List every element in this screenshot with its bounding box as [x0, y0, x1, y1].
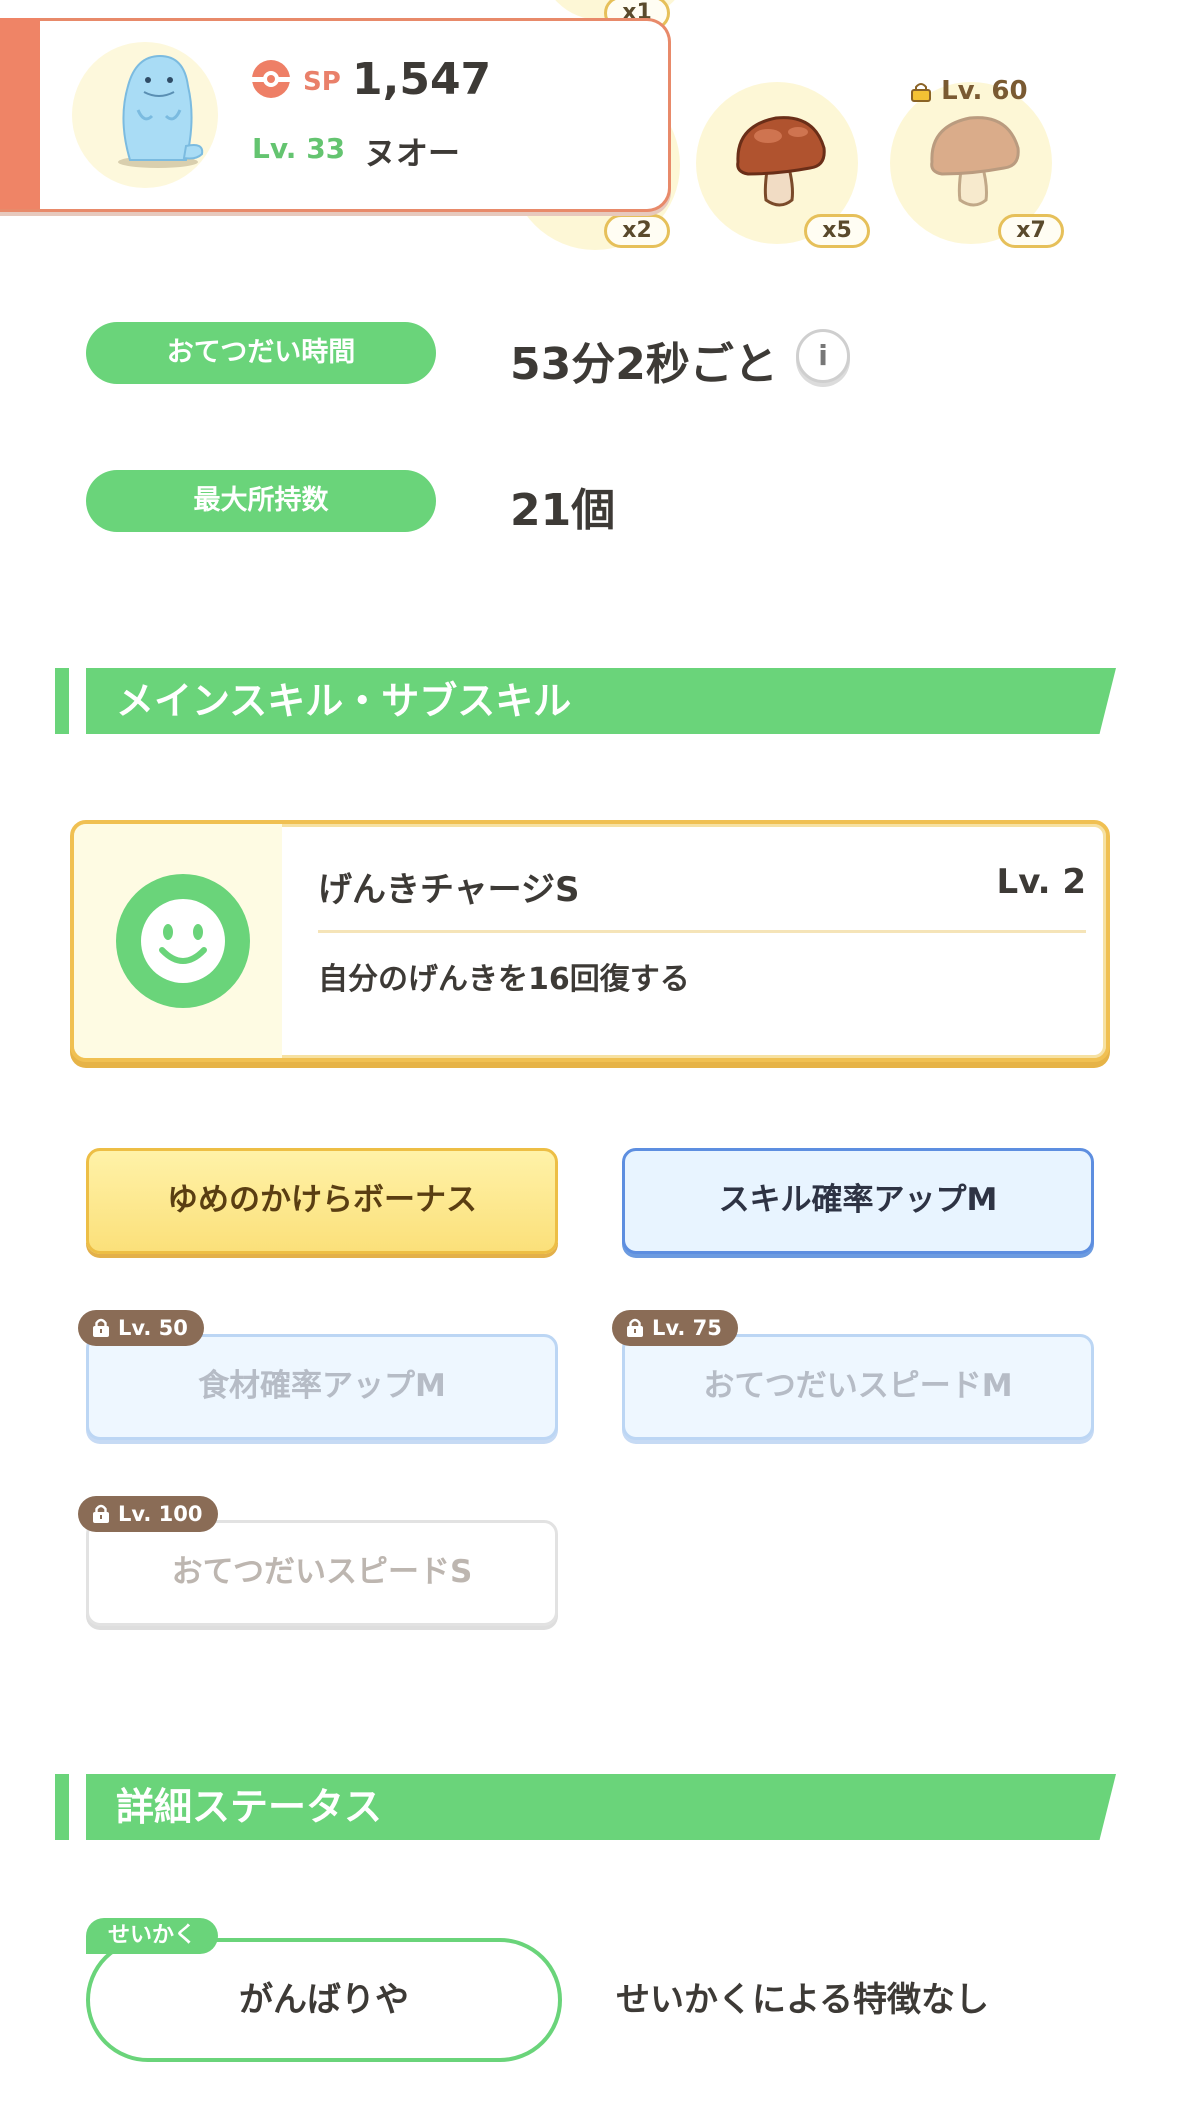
- pokemon-level: Lv. 33: [252, 132, 346, 165]
- main-skill-name: げんきチャージS: [318, 870, 580, 910]
- lock-level-text: Lv. 50: [118, 1316, 188, 1340]
- max-carry-label: 最大所持数: [86, 470, 436, 532]
- lock-icon: [93, 1504, 109, 1523]
- mushroom-icon: [736, 116, 826, 207]
- subskill-button-locked[interactable]: おてつだいスピードS: [86, 1520, 558, 1626]
- quagsire-sprite-icon: [118, 54, 204, 168]
- help-time-value: 53分2秒ごと: [510, 339, 778, 390]
- main-skill-card[interactable]: げんきチャージS Lv. 2 自分のげんきを16回復する: [70, 820, 1110, 1062]
- subskill-button-locked[interactable]: 食材確率アップM: [86, 1334, 558, 1440]
- section-title-skills: メインスキル・サブスキル: [116, 679, 572, 723]
- nature-value[interactable]: がんばりや: [86, 1938, 562, 2062]
- mushroom-icon: [930, 116, 1020, 207]
- main-skill-level: Lv. 2: [996, 862, 1086, 902]
- pokeball-icon: [252, 60, 290, 98]
- lock-level-text: Lv. 100: [118, 1502, 203, 1526]
- nature-tag: せいかく: [86, 1918, 219, 1954]
- ingredient-qty-badge: x5: [804, 214, 870, 248]
- pokemon-name: ヌオー: [364, 134, 461, 172]
- ingredient-qty-badge: x7: [998, 214, 1064, 248]
- main-skill-description: 自分のげんきを16回復する: [318, 962, 690, 997]
- info-button[interactable]: i: [796, 329, 850, 383]
- lock-icon: [627, 1318, 643, 1337]
- info-icon: i: [818, 339, 828, 372]
- ingredient-qty-badge: x2: [604, 214, 670, 248]
- sp-label: SP: [303, 67, 341, 97]
- divider: [318, 930, 1086, 933]
- lock-level-text: Lv. 75: [652, 1316, 722, 1340]
- subskill-button-locked[interactable]: おてつだいスピードM: [622, 1334, 1094, 1440]
- section-title-details: 詳細ステータス: [116, 1785, 383, 1829]
- header-accent-bar: [0, 18, 40, 209]
- lock-level-text: Lv. 60: [941, 76, 1028, 106]
- section-stub: [55, 1774, 69, 1840]
- lock-level-tag: Lv. 100: [78, 1496, 219, 1532]
- lock-level-tag: Lv. 75: [612, 1310, 738, 1346]
- smiley-icon: [116, 874, 250, 1008]
- help-time-label: おてつだい時間: [86, 322, 436, 384]
- subskill-button[interactable]: スキル確率アップM: [622, 1148, 1094, 1254]
- nature-effect: せいかくによる特徴なし: [616, 1980, 989, 2020]
- lock-icon: [93, 1318, 109, 1337]
- subskill-button[interactable]: ゆめのかけらボーナス: [86, 1148, 558, 1254]
- section-stub: [55, 668, 69, 734]
- lock-level-tag: Lv. 50: [78, 1310, 204, 1346]
- sp-value: 1,547: [352, 54, 492, 105]
- ingredient-lock-level: Lv. 60: [910, 76, 1028, 106]
- lock-icon: [911, 82, 931, 102]
- max-carry-value: 21個: [510, 485, 616, 536]
- main-skill-icon-panel: [74, 824, 282, 1058]
